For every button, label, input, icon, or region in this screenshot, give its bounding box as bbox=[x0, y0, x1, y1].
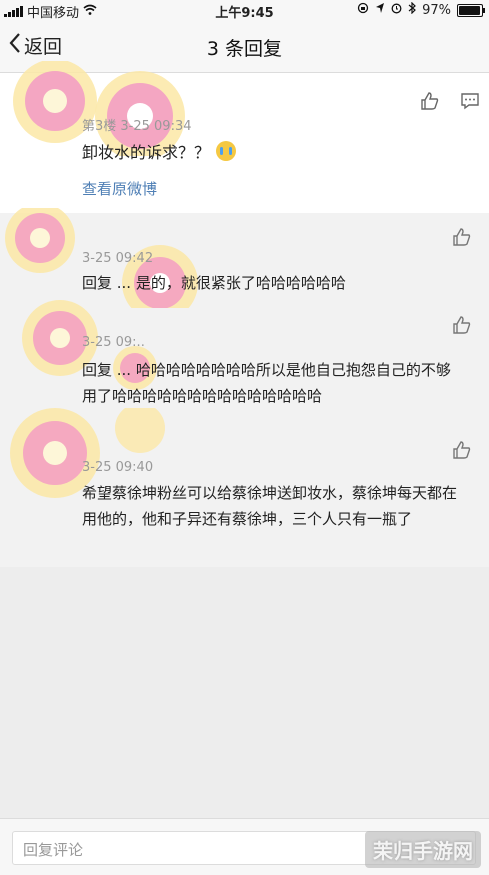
comment-icon[interactable] bbox=[460, 91, 480, 115]
reply-list: 3-25 09:42 回复 ... 是的，就很紧张了哈哈哈哈哈哈 3-25 09… bbox=[0, 208, 489, 567]
floor-meta: 第3楼 3-25 09:34 bbox=[82, 119, 192, 134]
reply-meta: 3-25 09:42 bbox=[82, 251, 154, 266]
status-bar: 中国移动 上午9:45 97% bbox=[0, 0, 489, 21]
reply-meta: 3-25 09:40 bbox=[82, 460, 154, 475]
list-item: 3-25 09:42 回复 ... 是的，就很紧张了哈哈哈哈哈哈 bbox=[0, 208, 489, 308]
reply-text: 回复 ... 哈哈哈哈哈哈哈哈所以是他自己抱怨自己的不够用了哈哈哈哈哈哈哈哈哈哈… bbox=[82, 361, 451, 405]
status-right: 97% bbox=[357, 1, 485, 18]
bluetooth-icon bbox=[408, 1, 416, 18]
battery-percent: 97% bbox=[422, 2, 451, 18]
thumbs-up-icon[interactable] bbox=[452, 227, 472, 251]
reply-meta: 3-25 09:.. bbox=[82, 335, 145, 350]
view-original-link[interactable]: 查看原微博 bbox=[82, 178, 157, 199]
thumbs-up-icon[interactable] bbox=[452, 440, 472, 464]
alarm-icon bbox=[391, 2, 402, 18]
page-title: 3 条回复 bbox=[206, 38, 283, 60]
reply-text: 希望蔡徐坤粉丝可以给蔡徐坤送卸妆水，蔡徐坤每天都在用他的，他和子异还有蔡徐坤，三… bbox=[82, 484, 458, 528]
watermark: 茉归手游网 bbox=[365, 831, 481, 868]
lock-rotation-icon bbox=[357, 2, 369, 18]
location-icon bbox=[375, 2, 385, 18]
main-comment-label: 卸妆水的诉求？？ bbox=[82, 143, 211, 162]
thumbs-up-icon[interactable] bbox=[420, 91, 440, 115]
crying-emoji-icon bbox=[216, 141, 237, 161]
thumbs-up-icon[interactable] bbox=[452, 315, 472, 339]
list-item: 3-25 09:.. 回复 ... 哈哈哈哈哈哈哈哈所以是他自己抱怨自己的不够用… bbox=[0, 300, 489, 413]
list-item: 3-25 09:40 希望蔡徐坤粉丝可以给蔡徐坤送卸妆水，蔡徐坤每天都在用他的，… bbox=[0, 408, 489, 563]
reply-text: 回复 ... 是的，就很紧张了哈哈哈哈哈哈 bbox=[82, 274, 346, 292]
main-comment-text: 卸妆水的诉求？？ bbox=[82, 139, 237, 163]
battery-icon bbox=[457, 3, 485, 17]
main-comment: 第3楼 3-25 09:34 卸妆水的诉求？？ 查看原微博 bbox=[0, 61, 489, 213]
